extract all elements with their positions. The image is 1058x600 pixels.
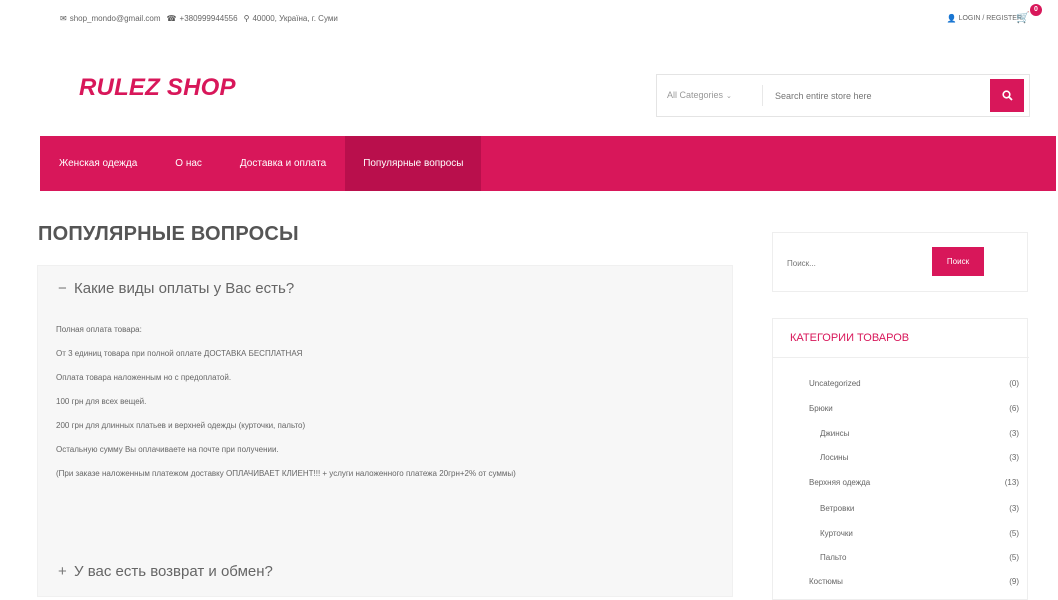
- categories-title: КАТЕГОРИИ ТОВАРОВ: [790, 332, 910, 344]
- phone-icon: ☎: [166, 14, 177, 23]
- sidebar-search: Поиск: [772, 232, 1028, 292]
- nav-item-faq[interactable]: Популярные вопросы: [345, 136, 482, 191]
- category-name: Брюки: [809, 404, 833, 413]
- nav-item-about[interactable]: О нас: [156, 136, 221, 191]
- category-item[interactable]: Пальто (5): [773, 553, 1029, 573]
- category-name: Uncategorized: [809, 379, 861, 388]
- category-count: (13): [1004, 478, 1019, 487]
- contact-email[interactable]: shop_mondo@gmail.com: [70, 14, 161, 23]
- category-name: Верхняя одежда: [809, 478, 871, 487]
- product-categories-widget: КАТЕГОРИИ ТОВАРОВ Uncategorized (0) Брюк…: [772, 318, 1029, 600]
- map-marker-icon: ⚲: [243, 14, 250, 23]
- main-nav: Женская одежда О нас Доставка и оплата П…: [40, 136, 1056, 191]
- category-count: (3): [1009, 504, 1019, 513]
- sidebar-search-button[interactable]: Поиск: [932, 247, 984, 276]
- contact-phone[interactable]: +380999944556: [180, 14, 238, 23]
- category-count: (3): [1009, 453, 1019, 462]
- category-item[interactable]: Курточки (5): [773, 529, 1029, 549]
- category-item[interactable]: Верхняя одежда (13): [773, 478, 1029, 498]
- category-select-value: All Categories: [667, 90, 724, 100]
- answer-line: 200 грн для длинных платьев и верхней од…: [56, 421, 306, 430]
- answer-line: Оплата товара наложенным но с предоплато…: [56, 373, 232, 382]
- category-count: (9): [1009, 577, 1019, 586]
- faq-answer: Полная оплата товара: От 3 единиц товара…: [56, 324, 716, 492]
- category-name: Костюмы: [809, 577, 843, 586]
- category-item[interactable]: Брюки (6): [773, 404, 1029, 424]
- divider: [773, 357, 1029, 358]
- search-button[interactable]: [990, 79, 1024, 112]
- contact-info: ✉ shop_mondo@gmail.com ☎ +380999944556 ⚲…: [60, 14, 344, 23]
- category-count: (5): [1009, 553, 1019, 562]
- faq-question-payment[interactable]: − Какие виды оплаты у Вас есть?: [58, 280, 294, 297]
- collapse-icon: −: [58, 280, 67, 297]
- category-name: Лосины: [820, 453, 849, 462]
- faq-question-label: Какие виды оплаты у Вас есть?: [74, 280, 295, 297]
- chevron-down-icon: ⌄: [726, 93, 732, 100]
- sidebar-search-input[interactable]: [787, 255, 927, 271]
- cart-icon[interactable]: 🛒: [1016, 11, 1030, 24]
- category-count: (3): [1009, 429, 1019, 438]
- contact-address: 40000, Україна, г. Суми: [252, 14, 338, 23]
- expand-icon: +: [58, 563, 67, 580]
- category-item[interactable]: Костюмы (9): [773, 577, 1029, 597]
- category-name: Джинсы: [820, 429, 850, 438]
- category-name: Ветровки: [820, 504, 855, 513]
- faq-accordion: − Какие виды оплаты у Вас есть? Полная оп…: [37, 265, 733, 597]
- top-bar: ✉ shop_mondo@gmail.com ☎ +380999944556 ⚲…: [0, 0, 1058, 40]
- category-item[interactable]: Uncategorized (0): [773, 379, 1029, 399]
- answer-line: От 3 единиц товара при полной оплате ДОС…: [56, 349, 303, 358]
- answer-line: Остальную сумму Вы оплачиваете на почте …: [56, 445, 279, 454]
- answer-line: (При заказе наложенным платежом доставку…: [56, 469, 516, 478]
- category-item[interactable]: Лосины (3): [773, 453, 1029, 473]
- login-register-link[interactable]: 👤 LOGIN / REGISTER: [947, 14, 1022, 23]
- page-title: ПОПУЛЯРНЫЕ ВОПРОСЫ: [38, 223, 299, 245]
- user-icon: 👤: [946, 14, 957, 23]
- category-name: Пальто: [820, 553, 847, 562]
- faq-question-label: У вас есть возврат и обмен?: [74, 563, 273, 580]
- category-count: (6): [1009, 404, 1019, 413]
- faq-question-returns[interactable]: + У вас есть возврат и обмен?: [58, 563, 273, 580]
- cart-count-badge: 0: [1030, 4, 1042, 16]
- nav-item-womens-clothing[interactable]: Женская одежда: [40, 136, 156, 191]
- category-item[interactable]: Ветровки (3): [773, 504, 1029, 524]
- answer-line: 100 грн для всех вещей.: [56, 397, 147, 406]
- nav-item-delivery[interactable]: Доставка и оплата: [221, 136, 345, 191]
- category-count: (5): [1009, 529, 1019, 538]
- header-search: All Categories ⌄: [656, 74, 1030, 117]
- category-count: (0): [1009, 379, 1019, 388]
- site-logo[interactable]: RULEZ SHOP: [79, 74, 236, 102]
- category-item[interactable]: Джинсы (3): [773, 429, 1029, 449]
- answer-line: Полная оплата товара:: [56, 325, 142, 334]
- search-icon: [1001, 90, 1013, 101]
- category-select[interactable]: All Categories ⌄: [657, 85, 763, 106]
- envelope-icon: ✉: [60, 14, 67, 23]
- search-input[interactable]: [763, 75, 990, 116]
- login-register-label: LOGIN / REGISTER: [958, 15, 1022, 22]
- category-name: Курточки: [820, 529, 853, 538]
